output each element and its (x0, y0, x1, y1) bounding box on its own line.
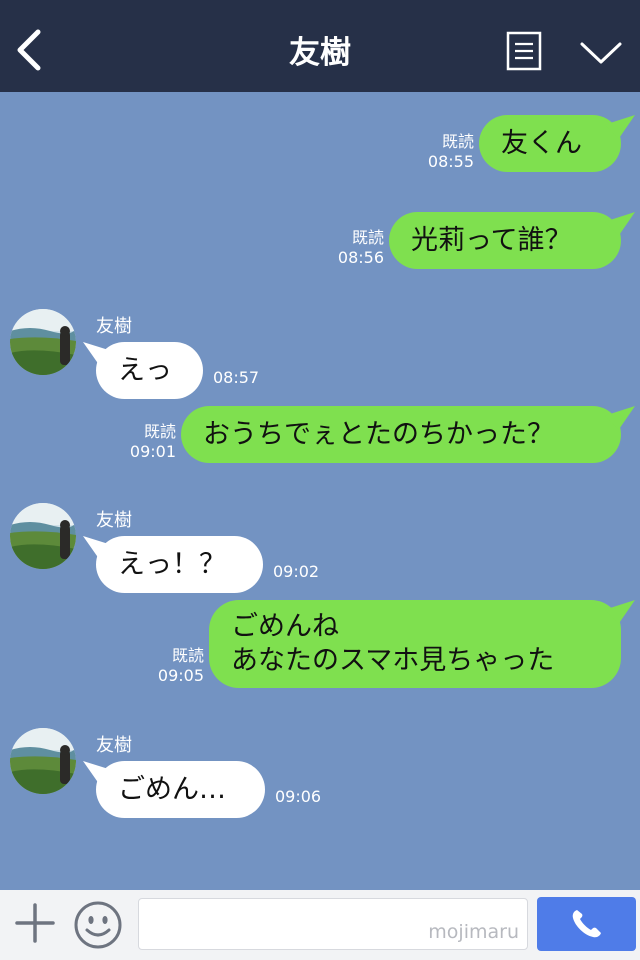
add-attachment-button[interactable] (14, 902, 56, 944)
message-time: 09:02 (273, 562, 320, 581)
contact-avatar[interactable] (10, 728, 76, 794)
message-input[interactable]: mojimaru (138, 898, 528, 950)
message-status: 既読 08:55 (428, 132, 474, 172)
phone-icon (572, 910, 601, 938)
landscape-photo (10, 309, 76, 375)
outgoing-message-bubble[interactable]: 友くん (479, 115, 621, 172)
message-time: 09:05 (157, 666, 204, 685)
read-receipt: 既読 (351, 228, 384, 247)
contact-avatar[interactable] (10, 503, 76, 569)
outgoing-message-bubble[interactable]: ごめんね あなたのスマホ見ちゃった (209, 600, 621, 688)
sender-name: 友樹 (96, 510, 132, 531)
incoming-message-bubble[interactable]: えっ！？ (96, 536, 263, 593)
call-button[interactable] (537, 897, 636, 951)
message-time: 08:56 (337, 248, 384, 267)
message-time: 09:06 (275, 787, 322, 806)
sender-name: 友樹 (96, 316, 132, 337)
message-list[interactable]: 既読 08:55 友くん 既読 08:56 光莉って誰？ 友樹 えっ 08:57… (0, 92, 640, 890)
watermark-text: mojimaru (428, 921, 519, 943)
outgoing-message-bubble[interactable]: おうちでぇとたのちかった？ (181, 406, 621, 463)
read-receipt: 既読 (171, 646, 204, 665)
sender-name: 友樹 (96, 735, 132, 756)
read-receipt: 既読 (441, 132, 474, 151)
chat-header: 友樹 (0, 0, 640, 92)
message-time: 09:01 (129, 442, 176, 461)
sticker-button[interactable] (73, 900, 123, 950)
smiley-icon (74, 901, 122, 949)
landscape-photo (10, 728, 76, 794)
message-status: 既読 09:01 (130, 422, 176, 462)
message-status: 既読 09:05 (158, 646, 204, 686)
incoming-message-bubble[interactable]: ごめん… (96, 761, 265, 818)
message-time: 08:57 (213, 368, 260, 387)
notes-button[interactable] (506, 31, 542, 71)
read-receipt: 既読 (143, 422, 176, 441)
landscape-photo (10, 503, 76, 569)
message-time: 08:55 (427, 152, 474, 171)
chevron-down-icon (580, 42, 622, 64)
notes-icon (506, 31, 542, 71)
incoming-message-bubble[interactable]: えっ (96, 342, 203, 399)
menu-toggle-button[interactable] (579, 38, 623, 68)
contact-avatar[interactable] (10, 309, 76, 375)
outgoing-message-bubble[interactable]: 光莉って誰？ (389, 212, 621, 269)
message-status: 既読 08:56 (338, 228, 384, 268)
plus-icon (15, 903, 55, 943)
chat-title: 友樹 (289, 35, 351, 71)
